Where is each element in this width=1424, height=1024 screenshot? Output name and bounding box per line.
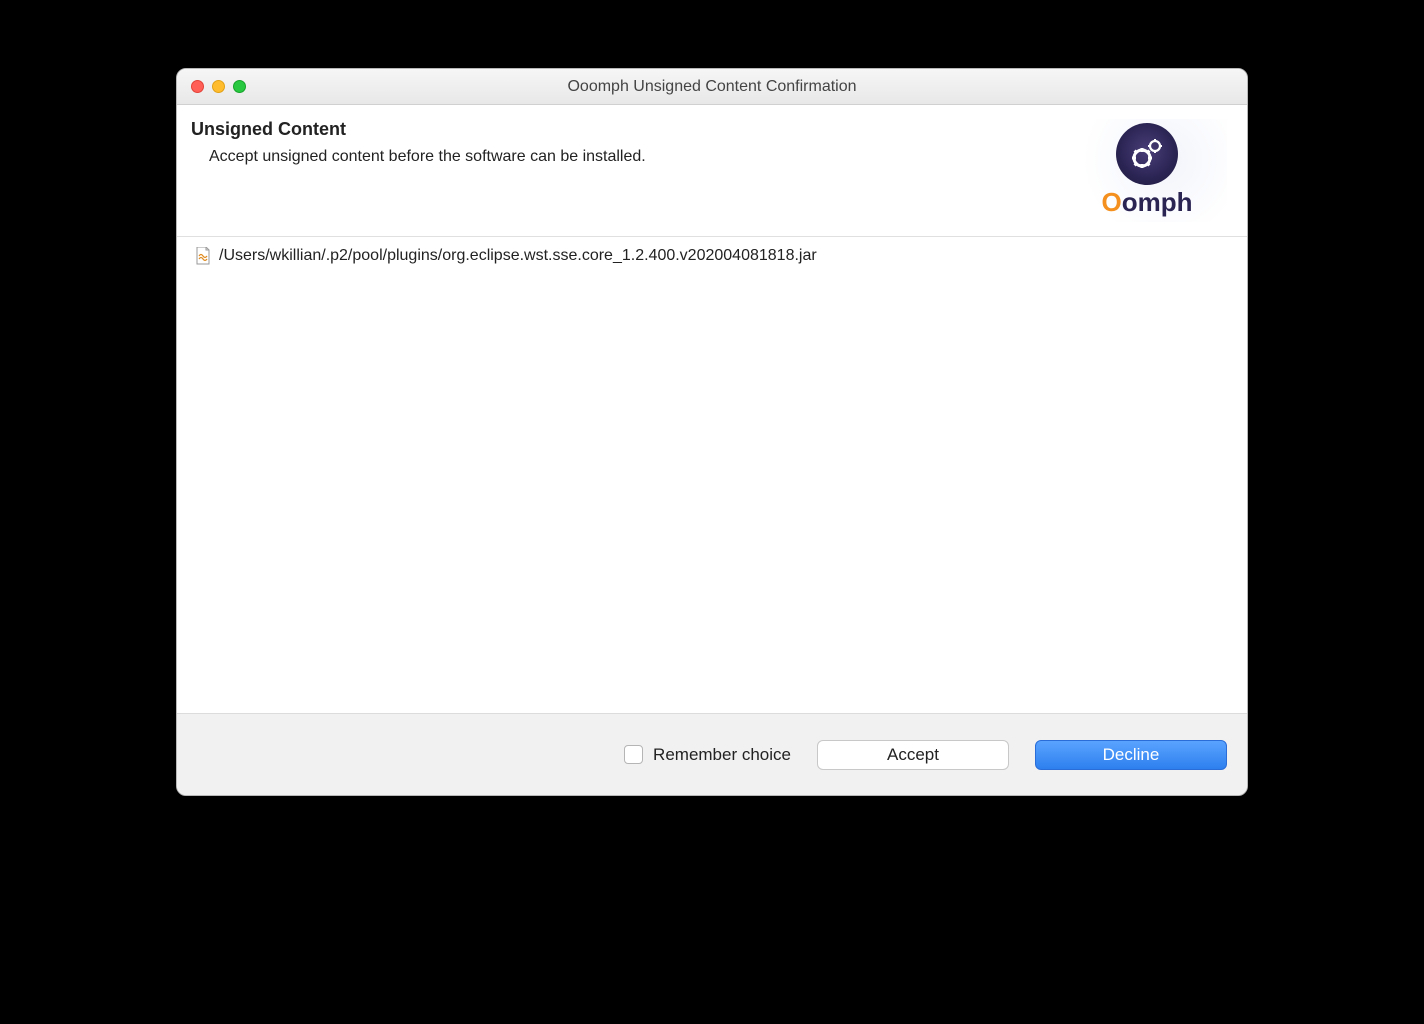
checkbox-icon[interactable] <box>624 745 643 764</box>
logo-letter-o: O <box>1102 187 1122 217</box>
oomph-logo-circle <box>1116 123 1178 185</box>
oomph-logo: Oomph <box>1067 119 1227 222</box>
accept-button[interactable]: Accept <box>817 740 1009 770</box>
gears-icon <box>1127 134 1167 174</box>
titlebar: Ooomph Unsigned Content Confirmation <box>177 69 1247 105</box>
decline-button[interactable]: Decline <box>1035 740 1227 770</box>
header-text: Unsigned Content Accept unsigned content… <box>191 119 1067 166</box>
remember-choice[interactable]: Remember choice <box>624 745 791 765</box>
accept-label: Accept <box>887 745 939 765</box>
dialog-window: Ooomph Unsigned Content Confirmation Uns… <box>176 68 1248 796</box>
header-title: Unsigned Content <box>191 119 1067 140</box>
dialog-footer: Remember choice Accept Decline <box>177 713 1247 795</box>
list-item[interactable]: /Users/wkillian/.p2/pool/plugins/org.ecl… <box>195 247 1229 265</box>
maximize-icon[interactable] <box>233 80 246 93</box>
jar-file-icon <box>195 247 211 265</box>
window-controls <box>191 80 246 93</box>
window-title: Ooomph Unsigned Content Confirmation <box>177 78 1247 96</box>
file-path: /Users/wkillian/.p2/pool/plugins/org.ecl… <box>219 247 817 265</box>
dialog-header: Unsigned Content Accept unsigned content… <box>177 105 1247 237</box>
logo-rest: omph <box>1122 187 1193 217</box>
close-icon[interactable] <box>191 80 204 93</box>
oomph-logo-text: Oomph <box>1102 187 1193 218</box>
header-subtitle: Accept unsigned content before the softw… <box>209 148 1067 166</box>
decline-label: Decline <box>1103 745 1160 765</box>
minimize-icon[interactable] <box>212 80 225 93</box>
content-list: /Users/wkillian/.p2/pool/plugins/org.ecl… <box>177 237 1247 713</box>
remember-label: Remember choice <box>653 745 791 765</box>
